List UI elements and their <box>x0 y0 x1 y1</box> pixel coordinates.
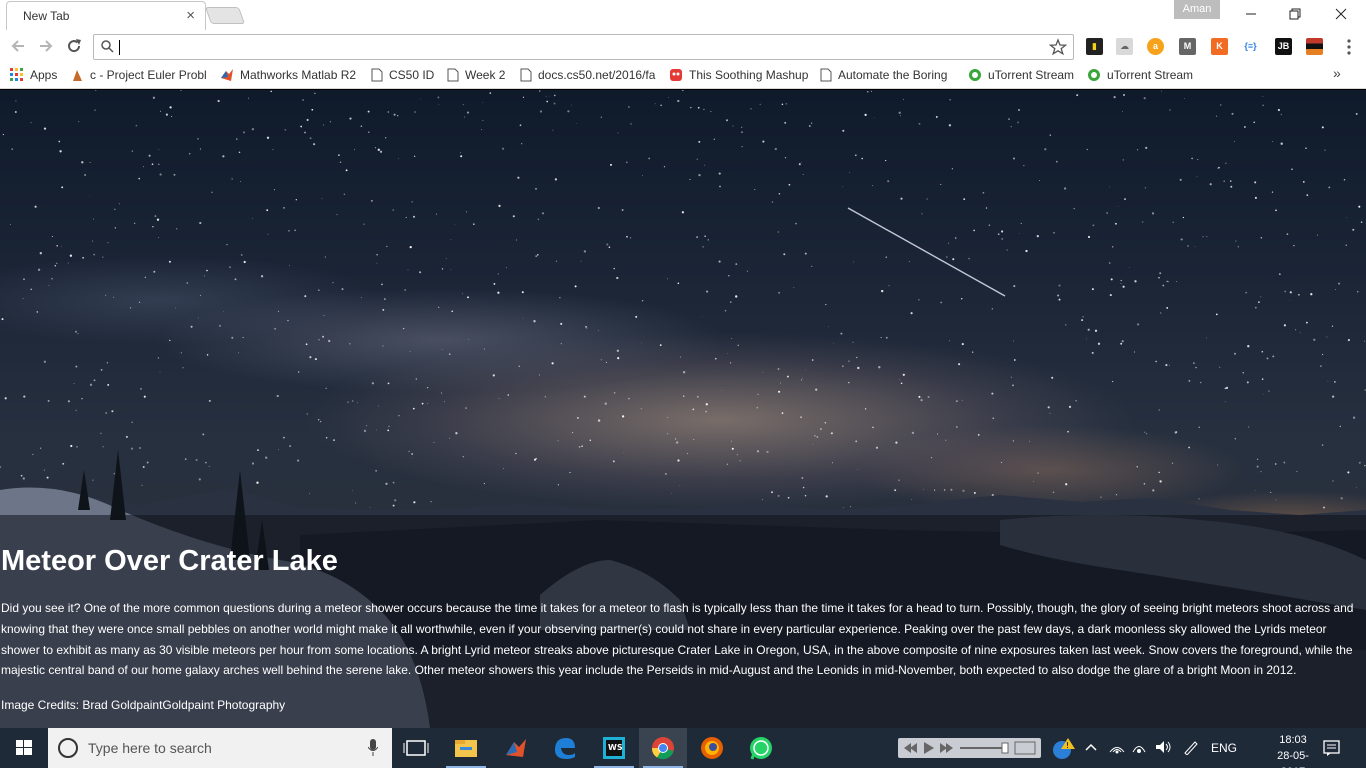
show-hidden-icons-chevron-icon[interactable] <box>1084 739 1098 758</box>
wifi-icon[interactable] <box>1108 739 1126 758</box>
svg-text:WS: WS <box>608 743 623 752</box>
utorrent-icon <box>1088 68 1100 81</box>
extension-k-icon[interactable]: K <box>1211 38 1228 55</box>
firefox-icon[interactable] <box>688 728 736 768</box>
reload-icon <box>68 39 81 53</box>
forward-button[interactable] <box>35 36 57 58</box>
whatsapp-icon[interactable] <box>737 728 785 768</box>
bookmark-utorrent-stream-1[interactable]: uTorrent Stream <box>968 67 1078 84</box>
extension-cloud-icon[interactable]: ☁ <box>1116 38 1133 55</box>
browser-toolbar: ▮ ☁ a M K {≡} JB <box>0 32 1366 62</box>
bookmark-utorrent-stream-2[interactable]: uTorrent Stream <box>1087 67 1197 84</box>
minimize-button[interactable] <box>1228 0 1274 28</box>
browser-tab-strip: New Tab × Aman <box>0 0 1366 32</box>
matlab-icon <box>221 68 233 81</box>
webstorm-icon[interactable]: WS <box>590 728 638 768</box>
extension-jb-icon[interactable]: JB <box>1275 38 1292 55</box>
battery-icon[interactable] <box>1130 739 1148 758</box>
article-description: Did you see it? One of the more common q… <box>1 601 1354 678</box>
chrome-icon[interactable] <box>639 728 687 768</box>
new-tab-page: Meteor Over Crater Lake Did you see it? … <box>0 90 1366 728</box>
tab-title: New Tab <box>23 9 70 23</box>
restore-icon <box>1289 8 1301 20</box>
bookmark-soothing-mashup[interactable]: This Soothing Mashup <box>669 67 809 84</box>
start-button[interactable] <box>0 728 48 768</box>
close-window-button[interactable] <box>1318 0 1364 28</box>
bookmark-label: Week 2 <box>465 67 506 82</box>
bookmark-cs50-id[interactable]: CS50 ID <box>371 67 439 84</box>
action-center-icon[interactable] <box>1322 739 1342 762</box>
address-bar[interactable] <box>93 34 1074 60</box>
svg-text:!: ! <box>1066 741 1069 750</box>
bookmark-label: c - Project Euler Probl <box>90 67 207 82</box>
file-explorer-icon[interactable] <box>442 728 490 768</box>
text-caret <box>119 40 120 55</box>
reload-button[interactable] <box>63 36 85 58</box>
taskbar-search-box[interactable]: Type here to search <box>48 728 392 768</box>
close-icon <box>1335 8 1347 20</box>
utorrent-icon <box>969 68 981 81</box>
windows-logo-icon <box>16 740 32 755</box>
extension-m-icon[interactable]: M <box>1179 38 1196 55</box>
page-icon <box>447 68 459 82</box>
bookmarks-overflow-chevron-icon[interactable]: » <box>1333 65 1341 81</box>
bookmark-label: docs.cs50.net/2016/fa <box>538 67 656 82</box>
restore-button[interactable] <box>1272 0 1318 28</box>
clock-date: 28-05-2017 <box>1277 750 1309 768</box>
euler-icon <box>73 69 82 81</box>
profile-button[interactable]: Aman <box>1174 0 1220 19</box>
volume-icon[interactable] <box>1154 739 1172 758</box>
article-title: Meteor Over Crater Lake <box>1 545 338 577</box>
back-arrow-icon <box>11 40 24 52</box>
bookmark-label: uTorrent Stream <box>1107 67 1194 82</box>
extension-flag-icon[interactable] <box>1306 38 1323 55</box>
apps-grid-icon <box>10 67 23 81</box>
bookmark-label: This Soothing Mashup <box>689 67 809 82</box>
bookmarks-bar: Apps c - Project Euler Probl Mathworks M… <box>0 62 1366 89</box>
tab-close-icon[interactable]: × <box>186 8 195 24</box>
bookmark-label: CS50 ID <box>389 67 435 82</box>
clock-time: 18:03 <box>1279 734 1307 746</box>
edge-icon[interactable] <box>541 728 589 768</box>
new-tab-button[interactable] <box>204 7 246 24</box>
system-clock[interactable]: 18:03 28-05-2017 <box>1268 732 1318 768</box>
extension-json-icon[interactable]: {≡} <box>1242 38 1259 55</box>
bookmark-label: uTorrent Stream <box>988 67 1075 82</box>
forward-arrow-icon <box>40 40 53 52</box>
notification-update-icon[interactable]: ! <box>1050 736 1076 763</box>
language-indicator[interactable]: ENG <box>1211 741 1237 755</box>
bookmark-week-2[interactable]: Week 2 <box>447 67 511 84</box>
matlab-icon[interactable] <box>492 728 540 768</box>
bookmark-label: Mathworks Matlab R2 <box>240 67 357 82</box>
bookmark-automate-boring[interactable]: Automate the Boring <box>820 67 960 84</box>
search-icon <box>100 39 114 58</box>
bookmark-project-euler[interactable]: c - Project Euler Probl <box>71 67 209 84</box>
screen: New Tab × Aman ▮ ☁ a M K {≡} JB Apps c -… <box>0 0 1366 768</box>
extension-orange-icon[interactable]: a <box>1147 38 1164 55</box>
search-placeholder: Type here to search <box>88 740 212 756</box>
page-icon <box>820 68 832 82</box>
page-icon <box>520 68 532 82</box>
microphone-icon[interactable] <box>368 739 378 757</box>
minimize-icon <box>1246 13 1256 15</box>
page-icon <box>371 68 383 82</box>
tab-new-tab[interactable]: New Tab × <box>6 1 206 30</box>
bookmark-star-icon[interactable] <box>1048 38 1068 61</box>
back-button[interactable] <box>7 36 29 58</box>
bookmark-apps[interactable]: Apps <box>10 67 62 84</box>
bookmark-mathworks[interactable]: Mathworks Matlab R2 <box>220 67 360 84</box>
task-view-icon[interactable] <box>392 728 440 768</box>
bookmark-label: Apps <box>30 67 58 82</box>
chrome-menu-icon[interactable] <box>1341 38 1357 56</box>
media-player-toolbar[interactable] <box>898 738 1041 758</box>
pen-icon[interactable] <box>1182 739 1200 758</box>
image-credit: Image Credits: Brad GoldpaintGoldpaint P… <box>1 698 286 712</box>
mashup-icon <box>670 68 682 81</box>
extension-shield-icon[interactable]: ▮ <box>1086 38 1103 55</box>
bookmark-label: Automate the Boring <box>838 67 948 82</box>
cortana-icon <box>58 738 78 758</box>
windows-taskbar: Type here to search WS ! ENG 18:03 28-05… <box>0 728 1366 768</box>
bookmark-cs50-docs[interactable]: docs.cs50.net/2016/fa <box>520 67 660 84</box>
